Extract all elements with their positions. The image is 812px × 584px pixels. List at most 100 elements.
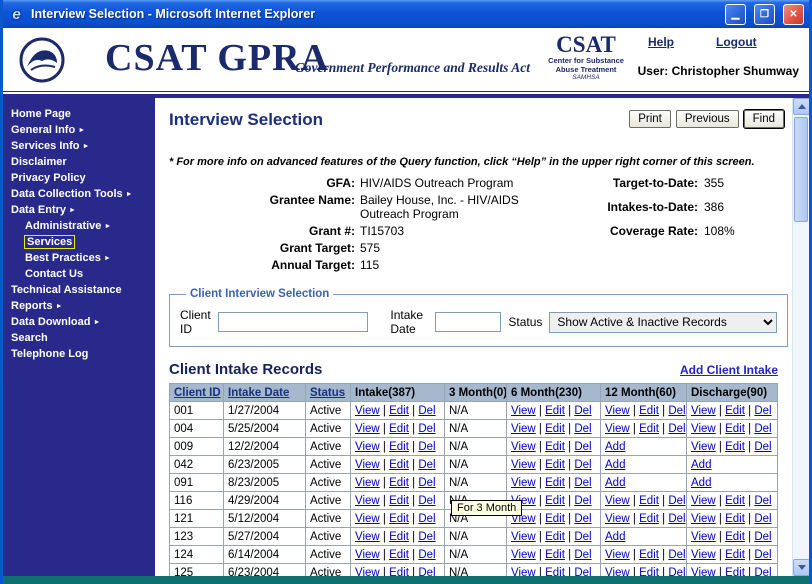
sidebar-item-best-practices[interactable]: Best Practices ► xyxy=(3,250,155,266)
view-link[interactable]: View xyxy=(691,549,716,561)
sidebar-item-search[interactable]: Search xyxy=(3,330,155,346)
edit-link[interactable]: Edit xyxy=(389,423,409,435)
view-link[interactable]: View xyxy=(691,423,716,435)
intake-date-input[interactable] xyxy=(435,312,502,332)
edit-link[interactable]: Edit xyxy=(389,567,409,577)
sidebar-item-contact-us[interactable]: Contact Us xyxy=(3,266,155,282)
view-link[interactable]: View xyxy=(511,531,536,543)
edit-link[interactable]: Edit xyxy=(389,405,409,417)
view-link[interactable]: View xyxy=(511,423,536,435)
edit-link[interactable]: Edit xyxy=(389,441,409,453)
view-link[interactable]: View xyxy=(355,567,380,577)
edit-link[interactable]: Edit xyxy=(545,531,565,543)
view-link[interactable]: View xyxy=(355,405,380,417)
del-link[interactable]: Del xyxy=(418,549,435,561)
edit-link[interactable]: Edit xyxy=(639,513,659,525)
edit-link[interactable]: Edit xyxy=(639,567,659,577)
view-link[interactable]: View xyxy=(355,513,380,525)
view-link[interactable]: View xyxy=(355,549,380,561)
del-link[interactable]: Del xyxy=(754,513,771,525)
del-link[interactable]: Del xyxy=(574,477,591,489)
previous-button[interactable]: Previous xyxy=(675,110,739,128)
del-link[interactable]: Del xyxy=(754,549,771,561)
sidebar-item-technical-assistance[interactable]: Technical Assistance xyxy=(3,282,155,298)
view-link[interactable]: View xyxy=(511,441,536,453)
del-link[interactable]: Del xyxy=(574,549,591,561)
del-link[interactable]: Del xyxy=(754,441,771,453)
view-link[interactable]: View xyxy=(691,405,716,417)
edit-link[interactable]: Edit xyxy=(545,477,565,489)
sidebar-item-reports[interactable]: Reports ► xyxy=(3,298,155,314)
add-record-link[interactable]: Add xyxy=(605,477,625,489)
del-link[interactable]: Del xyxy=(418,405,435,417)
scroll-up-button[interactable] xyxy=(793,98,809,115)
view-link[interactable]: View xyxy=(691,441,716,453)
edit-link[interactable]: Edit xyxy=(725,423,745,435)
edit-link[interactable]: Edit xyxy=(545,459,565,471)
edit-link[interactable]: Edit xyxy=(389,477,409,489)
sidebar-item-administrative[interactable]: Administrative ► xyxy=(3,218,155,234)
del-link[interactable]: Del xyxy=(668,405,685,417)
del-link[interactable]: Del xyxy=(574,513,591,525)
edit-link[interactable]: Edit xyxy=(725,405,745,417)
view-link[interactable]: View xyxy=(605,405,630,417)
del-link[interactable]: Del xyxy=(418,477,435,489)
del-link[interactable]: Del xyxy=(418,567,435,577)
del-link[interactable]: Del xyxy=(668,495,685,507)
sidebar-item-home-page[interactable]: Home Page xyxy=(3,106,155,122)
del-link[interactable]: Del xyxy=(574,441,591,453)
scroll-down-button[interactable] xyxy=(793,559,809,576)
print-button[interactable]: Print xyxy=(629,110,671,128)
del-link[interactable]: Del xyxy=(418,513,435,525)
edit-link[interactable]: Edit xyxy=(389,459,409,471)
add-record-link[interactable]: Add xyxy=(691,459,711,471)
view-link[interactable]: View xyxy=(355,495,380,507)
add-record-link[interactable]: Add xyxy=(605,459,625,471)
view-link[interactable]: View xyxy=(511,405,536,417)
add-record-link[interactable]: Add xyxy=(691,477,711,489)
edit-link[interactable]: Edit xyxy=(639,549,659,561)
client-id-input[interactable] xyxy=(217,312,368,332)
edit-link[interactable]: Edit xyxy=(639,405,659,417)
view-link[interactable]: View xyxy=(355,477,380,489)
add-record-link[interactable]: Add xyxy=(605,531,625,543)
edit-link[interactable]: Edit xyxy=(725,531,745,543)
view-link[interactable]: View xyxy=(511,567,536,577)
del-link[interactable]: Del xyxy=(754,531,771,543)
del-link[interactable]: Del xyxy=(418,459,435,471)
view-link[interactable]: View xyxy=(355,423,380,435)
restore-button[interactable]: ❐ xyxy=(754,3,775,25)
edit-link[interactable]: Edit xyxy=(545,423,565,435)
sidebar-item-services-info[interactable]: Services Info ► xyxy=(3,138,155,154)
del-link[interactable]: Del xyxy=(668,423,685,435)
del-link[interactable]: Del xyxy=(668,513,685,525)
edit-link[interactable]: Edit xyxy=(725,495,745,507)
view-link[interactable]: View xyxy=(605,495,630,507)
edit-link[interactable]: Edit xyxy=(545,513,565,525)
view-link[interactable]: View xyxy=(511,459,536,471)
view-link[interactable]: View xyxy=(691,531,716,543)
del-link[interactable]: Del xyxy=(574,405,591,417)
status-select[interactable]: Show Active & Inactive Records xyxy=(549,311,778,333)
edit-link[interactable]: Edit xyxy=(545,405,565,417)
del-link[interactable]: Del xyxy=(754,495,771,507)
sidebar-item-data-entry[interactable]: Data Entry ► xyxy=(3,202,155,218)
find-button[interactable]: Find xyxy=(743,110,784,128)
view-link[interactable]: View xyxy=(511,477,536,489)
sidebar-item-general-info[interactable]: General Info ► xyxy=(3,122,155,138)
close-button[interactable]: ✕ xyxy=(783,3,804,25)
del-link[interactable]: Del xyxy=(418,531,435,543)
del-link[interactable]: Del xyxy=(418,495,435,507)
sidebar-item-privacy-policy[interactable]: Privacy Policy xyxy=(3,170,155,186)
del-link[interactable]: Del xyxy=(418,423,435,435)
view-link[interactable]: View xyxy=(605,549,630,561)
column-header-intake-date[interactable]: Intake Date xyxy=(223,383,306,402)
column-header-client-id[interactable]: Client ID xyxy=(169,383,224,402)
edit-link[interactable]: Edit xyxy=(545,495,565,507)
edit-link[interactable]: Edit xyxy=(639,495,659,507)
edit-link[interactable]: Edit xyxy=(725,549,745,561)
del-link[interactable]: Del xyxy=(574,495,591,507)
del-link[interactable]: Del xyxy=(754,567,771,577)
edit-link[interactable]: Edit xyxy=(389,531,409,543)
sidebar-item-telephone-log[interactable]: Telephone Log xyxy=(3,346,155,362)
